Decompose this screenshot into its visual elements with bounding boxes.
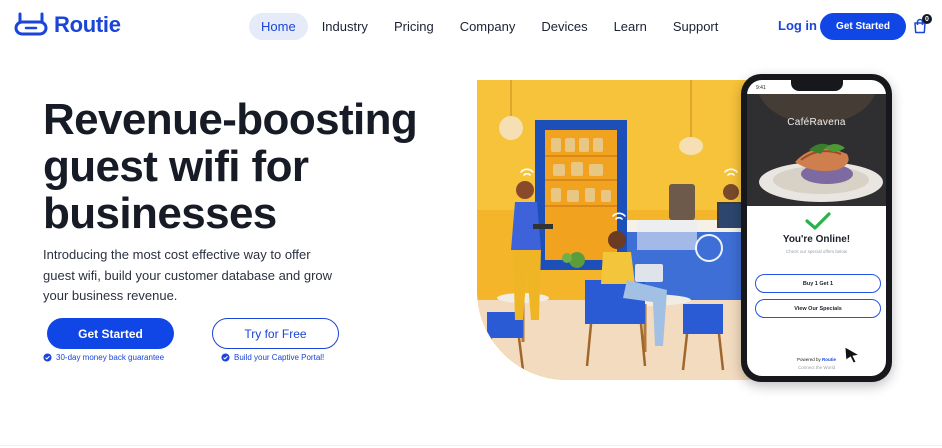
hero-headline: Revenue-boosting guest wifi for business… [43,95,418,238]
captive-portal-note: Build your Captive Portal! [221,353,324,362]
nav-item-industry[interactable]: Industry [310,13,380,40]
powered-by-line: Powered by Routie [747,357,886,362]
view-specials-button[interactable]: View Our Specials [755,299,881,318]
food-photo [747,94,886,206]
nav-item-learn[interactable]: Learn [602,13,659,40]
main-menu: Home Industry Pricing Company Devices Le… [249,13,732,40]
cafe-name: CaféRavena [787,117,846,128]
hero-subtext: Introducing the most cost effective way … [43,247,333,303]
nav-item-devices[interactable]: Devices [529,13,599,40]
buy-one-get-one-button[interactable]: Buy 1 Get 1 [755,274,881,293]
powered-by-brand: Routie [822,357,837,362]
section-divider [0,445,942,446]
login-link[interactable]: Log in [778,18,817,33]
router-icon [14,12,48,36]
check-icon [805,212,831,230]
captive-portal-text: Build your Captive Portal! [234,353,325,362]
check-badge-icon [43,353,52,362]
nav-get-started-button[interactable]: Get Started [820,13,906,40]
top-navigation: Routie Home Industry Pricing Company Dev… [0,0,942,54]
brand-logo[interactable]: Routie [14,12,121,38]
money-back-note: 30-day money back guarantee [43,353,164,362]
phone-notch [791,80,843,91]
nav-item-pricing[interactable]: Pricing [382,13,446,40]
nav-item-company[interactable]: Company [448,13,528,40]
powered-by-prefix: Powered by [796,357,821,362]
money-back-text: 30-day money back guarantee [56,353,165,362]
phone-mockup: 9:41 CaféRavena You're Online! Check our… [741,74,892,382]
get-started-button[interactable]: Get Started [47,318,174,349]
captive-portal-screen: 9:41 CaféRavena You're Online! Check our… [747,80,886,376]
try-for-free-button[interactable]: Try for Free [212,318,339,349]
check-badge-icon [221,353,230,362]
mouse-pointer-icon [844,346,860,364]
cafe-hero-image [477,80,765,380]
nav-item-home[interactable]: Home [249,13,308,40]
online-status-title: You're Online! [782,234,851,245]
brand-name: Routie [54,12,121,37]
cart-count-badge: 0 [922,14,932,24]
nav-item-support[interactable]: Support [661,13,731,40]
online-status-subtitle: Check our special offers below [785,249,848,254]
connect-footer: Connect the World [797,365,836,370]
